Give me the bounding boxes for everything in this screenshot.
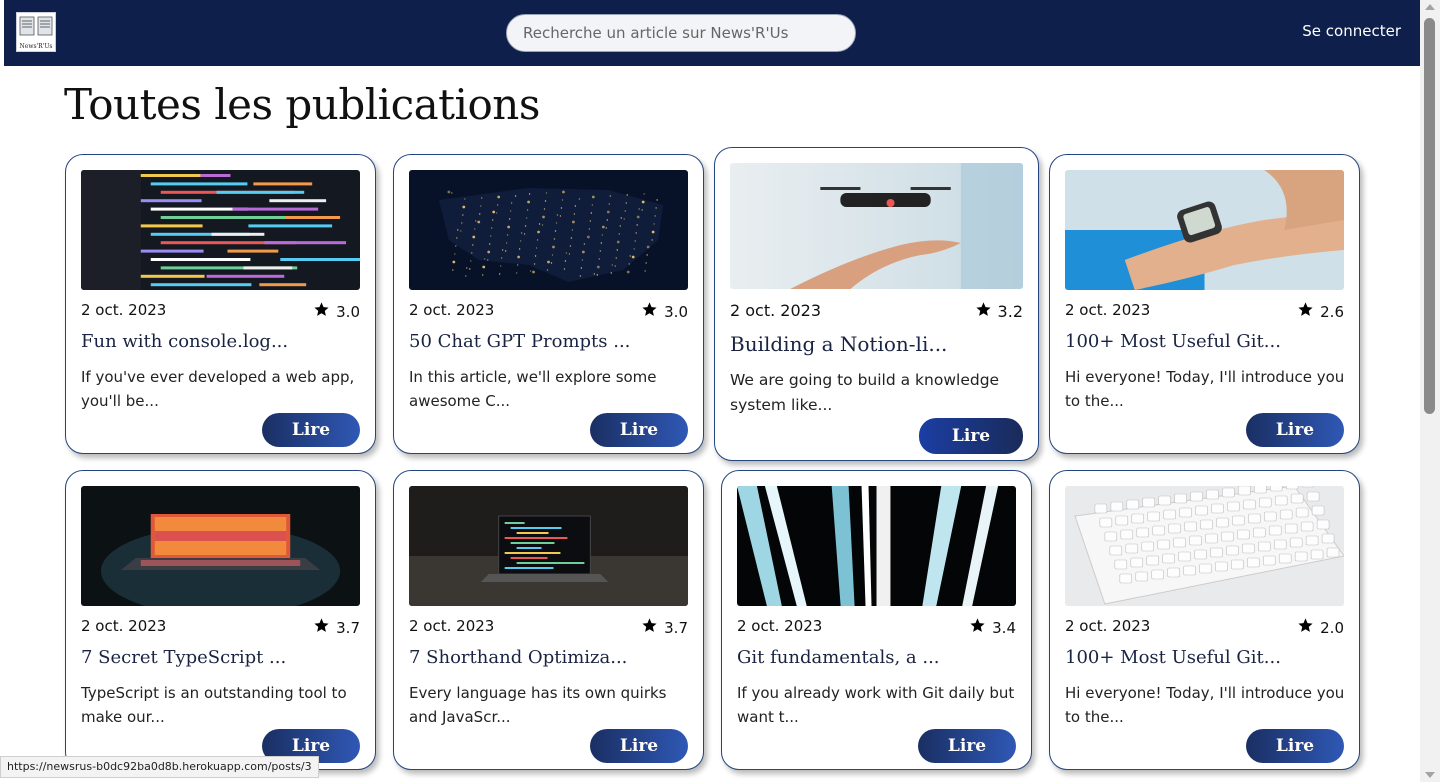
post-thumbnail[interactable] (1065, 486, 1344, 606)
rating-value: 3.2 (997, 302, 1023, 321)
scroll-down-arrow-icon[interactable] (1425, 772, 1435, 778)
post-date: 2 oct. 2023 (81, 301, 167, 319)
rating-value: 2.6 (1320, 302, 1344, 321)
site-logo[interactable]: News'R'Us (16, 12, 56, 52)
post-thumbnail[interactable] (730, 163, 1023, 289)
scroll-thumb[interactable] (1424, 18, 1435, 414)
read-button[interactable]: Lire (1246, 729, 1344, 763)
post-thumbnail[interactable] (409, 170, 688, 290)
top-navbar: News'R'Us Se connecter (4, 0, 1420, 66)
post-date: 2 oct. 2023 (409, 617, 495, 635)
post-rating: 3.7 (313, 617, 360, 638)
post-rating: 3.0 (641, 301, 688, 322)
post-date: 2 oct. 2023 (81, 617, 167, 635)
star-icon (641, 617, 658, 638)
star-icon (969, 617, 986, 638)
post-date: 2 oct. 2023 (1065, 301, 1151, 319)
post-date: 2 oct. 2023 (1065, 617, 1151, 635)
star-icon (313, 617, 330, 638)
post-date: 2 oct. 2023 (737, 617, 823, 635)
star-icon (641, 301, 658, 322)
post-excerpt: Hi everyone! Today, I'll introduce you t… (1065, 684, 1345, 726)
post-title[interactable]: 50 Chat GPT Prompts ... (409, 331, 630, 352)
post-title[interactable]: 100+ Most Useful Git... (1065, 331, 1281, 352)
search-input[interactable] (506, 14, 856, 52)
star-icon (313, 301, 330, 322)
read-button[interactable]: Lire (590, 729, 688, 763)
rating-value: 3.7 (664, 618, 688, 637)
rating-value: 3.0 (664, 302, 688, 321)
post-rating: 2.6 (1297, 301, 1344, 322)
post-rating: 3.7 (641, 617, 688, 638)
post-thumbnail[interactable] (81, 170, 360, 290)
logo-text: News'R'Us (19, 43, 53, 50)
read-button[interactable]: Lire (919, 418, 1023, 454)
scroll-up-arrow-icon[interactable] (1425, 4, 1435, 10)
post-card[interactable]: 2 oct. 2023 2.6 100+ Most Useful Git... … (1049, 154, 1360, 454)
post-card[interactable]: 2 oct. 2023 3.7 7 Secret TypeScript ... … (65, 470, 376, 770)
link-status-bar: https://newsrus-b0dc92ba0d8b.herokuapp.c… (0, 756, 319, 778)
post-card[interactable]: 2 oct. 2023 3.4 Git fundamentals, a ... … (721, 470, 1032, 770)
post-rating: 3.2 (975, 301, 1023, 322)
post-date: 2 oct. 2023 (409, 301, 495, 319)
post-excerpt: We are going to build a knowledge system… (730, 371, 1000, 414)
post-rating: 2.0 (1297, 617, 1344, 638)
post-excerpt: In this article, we'll explore some awes… (409, 368, 657, 410)
post-thumbnail[interactable] (409, 486, 688, 606)
post-card[interactable]: 2 oct. 2023 3.0 Fun with console.log... … (65, 154, 376, 454)
post-title[interactable]: 100+ Most Useful Git... (1065, 647, 1281, 668)
read-button[interactable]: Lire (590, 413, 688, 447)
post-card[interactable]: 2 oct. 2023 3.2 Building a Notion-li... … (714, 147, 1039, 461)
read-button[interactable]: Lire (262, 413, 360, 447)
post-title[interactable]: Building a Notion-li... (730, 332, 947, 356)
post-rating: 3.0 (313, 301, 360, 322)
page-title: Toutes les publications (64, 80, 540, 129)
post-title[interactable]: Fun with console.log... (81, 331, 288, 352)
post-excerpt: If you already work with Git daily but w… (737, 684, 1015, 726)
post-date: 2 oct. 2023 (730, 301, 822, 320)
post-thumbnail[interactable] (81, 486, 360, 606)
post-thumbnail[interactable] (1065, 170, 1344, 290)
login-link[interactable]: Se connecter (1302, 22, 1401, 40)
read-button[interactable]: Lire (1246, 413, 1344, 447)
page-scrollbar[interactable] (1420, 0, 1440, 782)
post-excerpt: If you've ever developed a web app, you'… (81, 368, 355, 410)
rating-value: 2.0 (1320, 618, 1344, 637)
star-icon (1297, 301, 1314, 322)
post-excerpt: Every language has its own quirks and Ja… (409, 684, 667, 726)
rating-value: 3.4 (992, 618, 1016, 637)
star-icon (1297, 617, 1314, 638)
read-button[interactable]: Lire (918, 729, 1016, 763)
post-rating: 3.4 (969, 617, 1016, 638)
post-title[interactable]: 7 Shorthand Optimiza... (409, 647, 627, 668)
rating-value: 3.0 (336, 302, 360, 321)
post-card[interactable]: 2 oct. 2023 3.7 7 Shorthand Optimiza... … (393, 470, 704, 770)
post-excerpt: TypeScript is an outstanding tool to mak… (81, 684, 347, 726)
post-excerpt: Hi everyone! Today, I'll introduce you t… (1065, 368, 1345, 410)
star-icon (975, 301, 992, 322)
rating-value: 3.7 (336, 618, 360, 637)
post-thumbnail[interactable] (737, 486, 1016, 606)
post-title[interactable]: 7 Secret TypeScript ... (81, 647, 286, 668)
post-title[interactable]: Git fundamentals, a ... (737, 647, 940, 668)
post-card[interactable]: 2 oct. 2023 3.0 50 Chat GPT Prompts ... … (393, 154, 704, 454)
post-card[interactable]: 2 oct. 2023 2.0 100+ Most Useful Git... … (1049, 470, 1360, 770)
